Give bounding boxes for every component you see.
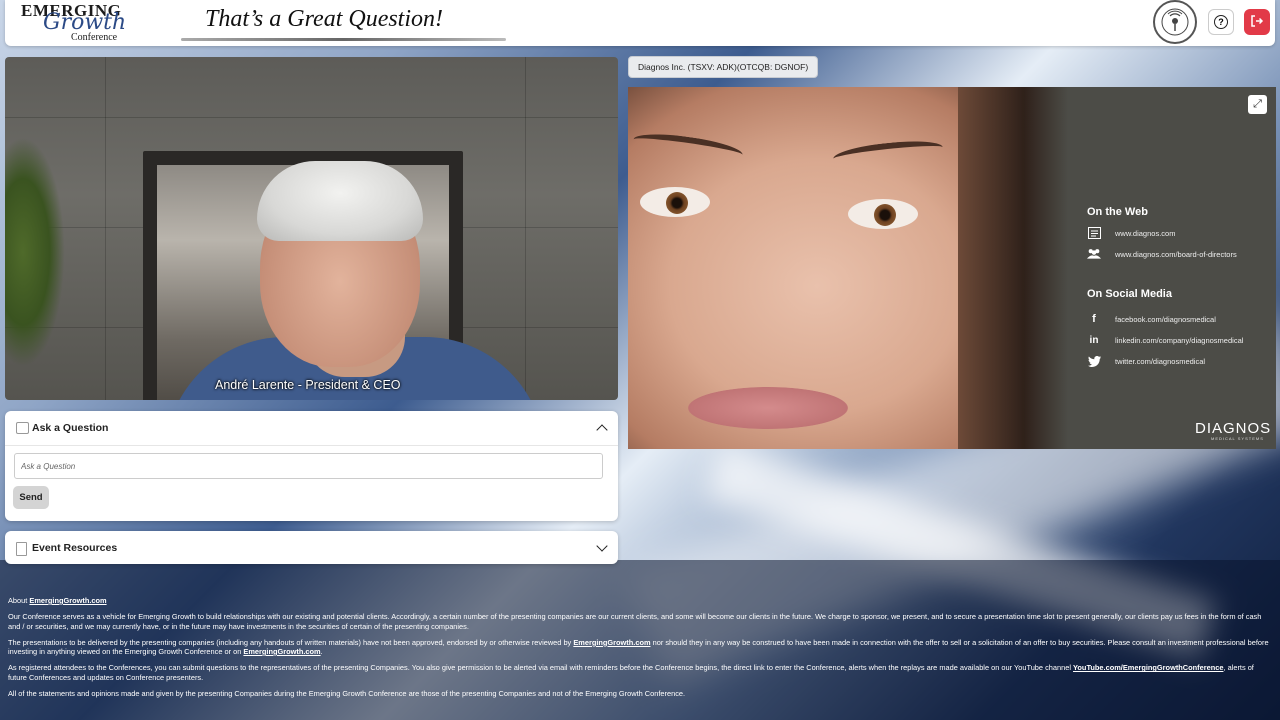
disclaimer-text: The presentations to be delivered by the… — [8, 637, 572, 647]
disclaimer-paragraph: The presentations to be delivered by the… — [8, 637, 1269, 656]
help-button[interactable]: ? — [1208, 9, 1234, 35]
expand-button[interactable]: ⤢ — [1248, 95, 1267, 114]
diagnos-logo: DIAGNOS — [1195, 420, 1272, 437]
top-header: EMERGING Growth Conference That’s a Grea… — [5, 0, 1275, 46]
presenter-hair — [257, 161, 423, 241]
event-resources-title: Event Resources — [32, 542, 118, 554]
emerginggrowth-link[interactable]: EmergingGrowth.com — [243, 647, 320, 656]
eye — [640, 187, 710, 217]
social-link[interactable]: linkedin.com/company/diagnosmedical — [1115, 336, 1243, 345]
document-icon — [16, 542, 27, 556]
ask-question-header[interactable]: Ask a Question — [5, 411, 618, 446]
disclaimer-paragraph: As registered attendees to the Conferenc… — [8, 663, 1270, 682]
wall-tile-line — [105, 57, 106, 400]
question-input[interactable] — [14, 453, 603, 479]
about-link[interactable]: EmergingGrowth.com — [29, 596, 106, 605]
about-line: About EmergingGrowth.com — [8, 596, 1270, 605]
lips — [688, 387, 848, 429]
logo-line3: Conference — [71, 32, 118, 43]
expand-icon: ⤢ — [1253, 98, 1262, 110]
ask-question-panel: Ask a Question Send — [5, 411, 618, 521]
chevron-up-icon[interactable] — [596, 424, 608, 436]
page-tagline: That’s a Great Question! — [205, 6, 444, 32]
exit-button[interactable] — [1244, 9, 1270, 35]
tagline-underline — [181, 38, 506, 41]
broadcast-badge-icon — [1153, 0, 1197, 44]
disclaimer-paragraph: Our Conference serves as a vehicle for E… — [8, 612, 1262, 631]
disclaimer-text: As registered attendees to the Conferenc… — [8, 663, 1071, 673]
diagnos-logo-sub: MEDICAL SYSTEMS — [1211, 436, 1264, 441]
social-heading: On Social Media — [1087, 288, 1172, 300]
plant-image — [5, 137, 65, 367]
slide-hair — [958, 87, 1068, 449]
presenter-caption: André Larente - President & CEO — [215, 378, 401, 392]
about-label: About — [8, 596, 28, 605]
send-button[interactable]: Send — [13, 486, 49, 509]
logout-icon — [1250, 14, 1264, 31]
social-link[interactable]: facebook.com/diagnosmedical — [1115, 315, 1216, 324]
disclaimer-paragraph: All of the statements and opinions made … — [8, 688, 686, 698]
youtube-link[interactable]: YouTube.com/EmergingGrowthConference — [1073, 663, 1223, 672]
emerging-growth-logo[interactable]: EMERGING Growth Conference — [17, 0, 141, 46]
footer-disclaimer: About EmergingGrowth.com Our Conference … — [8, 596, 1270, 705]
emerginggrowth-link[interactable]: EmergingGrowth.com — [573, 638, 650, 647]
wall-tile-line — [5, 117, 618, 118]
presentation-slide: ⤢ On the Web www.diagnos.com www.diagnos… — [628, 87, 1276, 449]
question-circle-icon: ? — [1214, 15, 1228, 29]
website-icon — [1087, 226, 1101, 240]
facebook-icon: f — [1092, 313, 1096, 325]
group-icon — [1087, 247, 1101, 261]
eyebrow — [632, 129, 744, 165]
eye — [848, 199, 918, 229]
web-link[interactable]: www.diagnos.com — [1115, 229, 1175, 238]
web-heading: On the Web — [1087, 206, 1148, 218]
company-name-tag: Diagnos Inc. (TSXV: ADK)(OTCQB: DGNOF) — [628, 56, 819, 78]
twitter-icon — [1087, 354, 1101, 368]
ask-question-title: Ask a Question — [32, 422, 109, 434]
event-resources-panel[interactable]: Event Resources — [5, 531, 618, 564]
chevron-down-icon[interactable] — [596, 540, 608, 552]
eyebrow — [832, 137, 944, 169]
linkedin-icon: in — [1089, 334, 1099, 346]
social-link[interactable]: twitter.com/diagnosmedical — [1115, 357, 1205, 366]
web-link[interactable]: www.diagnos.com/board-of-directors — [1115, 250, 1237, 259]
presenter-video: André Larente - President & CEO — [5, 57, 618, 400]
chat-bubble-icon — [16, 422, 29, 434]
wall-tile-line — [525, 57, 526, 400]
